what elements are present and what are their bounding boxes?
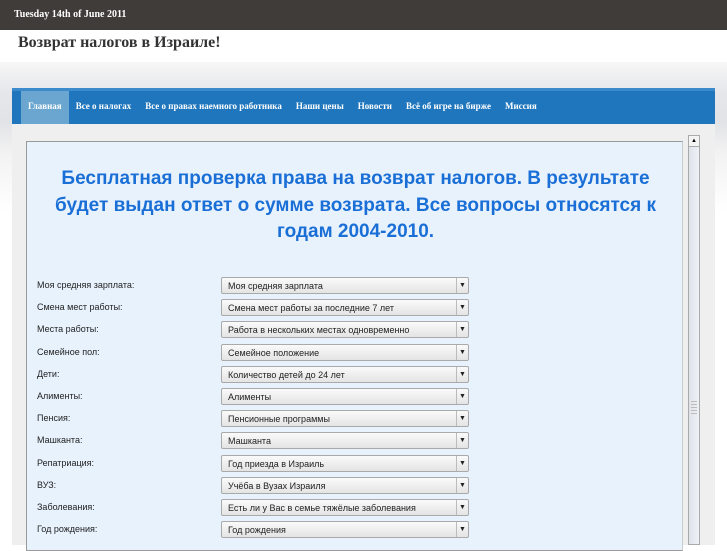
- header: Возврат налогов в Израиле!: [0, 30, 727, 62]
- field-label: Алименты:: [37, 391, 83, 401]
- field-label: Смена мест работы:: [37, 302, 123, 313]
- form-row: Смена мест работы: Смена мест работы за п…: [37, 299, 477, 317]
- select-value: Алименты: [228, 392, 272, 402]
- nav-item-home[interactable]: Главная: [21, 91, 69, 124]
- select-value: Смена мест работы за последние 7 лет: [228, 303, 394, 314]
- nav-item-taxes[interactable]: Все о налогах: [69, 91, 139, 124]
- main-nav: Главная Все о налогах Все о правах наемн…: [12, 88, 715, 124]
- chevron-down-icon[interactable]: ▼: [456, 433, 468, 449]
- chevron-down-icon[interactable]: ▼: [456, 411, 468, 427]
- field-label: ВУЗ:: [37, 479, 57, 490]
- field-label: Машканта:: [37, 435, 83, 446]
- field-label: Заболевания:: [37, 502, 95, 512]
- form-row: Дети: Количество детей до 24 лет ▼: [37, 365, 477, 383]
- field-select[interactable]: Год приезда в Израиль ▼: [221, 454, 469, 472]
- field-select[interactable]: Моя средняя зарплата ▼: [221, 277, 469, 294]
- form-row: Семейное пол: Семейное положение ▼: [37, 343, 477, 361]
- form-headline: Бесплатная проверка права на возврат нал…: [55, 168, 656, 242]
- top-bar: Tuesday 14th of June 2011: [0, 0, 727, 30]
- form-row: Заболевания: Есть ли у Вас в семье тяжёлы…: [37, 499, 477, 516]
- form-row: Пенсия: Пенсионные программы ▼: [37, 410, 477, 428]
- chevron-down-icon[interactable]: ▼: [456, 477, 468, 493]
- chevron-down-icon[interactable]: ▼: [456, 522, 468, 538]
- field-select[interactable]: Учёба в Вузах Израиля ▼: [221, 476, 469, 494]
- form-row: ВУЗ: Учёба в Вузах Израиля ▼: [37, 476, 477, 494]
- select-value: Количество детей до 24 лет: [228, 369, 345, 380]
- nav-item-mission[interactable]: Миссия: [498, 91, 544, 124]
- chevron-down-icon[interactable]: ▼: [456, 389, 468, 404]
- select-value: Год приезда в Израиль: [228, 458, 325, 469]
- form-row: Репатриация: Год приезда в Израиль ▼: [37, 454, 477, 472]
- field-label: Репатриация:: [37, 457, 95, 468]
- field-select[interactable]: Алименты ▼: [221, 388, 469, 405]
- field-label: Семейное пол:: [37, 346, 100, 357]
- chevron-down-icon[interactable]: ▼: [456, 366, 468, 382]
- chevron-down-icon[interactable]: ▼: [456, 344, 468, 360]
- field-label: Места работы:: [37, 324, 99, 335]
- select-value: Пенсионные программы: [228, 414, 330, 425]
- tax-check-form-frame: Бесплатная проверка права на возврат нал…: [26, 141, 683, 551]
- select-value: Учёба в Вузах Израиля: [228, 480, 326, 491]
- field-select[interactable]: Машканта ▼: [221, 432, 469, 450]
- content-area: Бесплатная проверка права на возврат нал…: [12, 124, 715, 551]
- field-label: Пенсия:: [37, 413, 71, 424]
- field-select[interactable]: Есть ли у Вас в семье тяжёлые заболевани…: [221, 499, 469, 516]
- scroll-up-arrow-icon[interactable]: ▲: [689, 136, 699, 147]
- form-row: Моя средняя зарплата: Моя средняя зарплат…: [37, 277, 477, 294]
- scroll-grip-icon[interactable]: [691, 401, 697, 415]
- field-select[interactable]: Год рождения ▼: [221, 521, 469, 539]
- chevron-down-icon[interactable]: ▼: [456, 500, 468, 515]
- form-row: Год рождения: Год рождения ▼: [37, 521, 477, 539]
- scrollbar[interactable]: ▲: [688, 135, 700, 545]
- select-value: Машканта: [228, 436, 271, 447]
- form-row: Места работы: Работа в нескольких местах …: [37, 321, 477, 339]
- field-select[interactable]: Пенсионные программы ▼: [221, 410, 469, 428]
- field-select[interactable]: Работа в нескольких местах одновременно ▼: [221, 321, 469, 339]
- select-value: Моя средняя зарплата: [228, 281, 323, 291]
- nav-item-stock-game[interactable]: Всё об игре на бирже: [399, 91, 498, 124]
- nav-item-news[interactable]: Новости: [351, 91, 399, 124]
- chevron-down-icon[interactable]: ▼: [456, 455, 468, 471]
- form-row: Алименты: Алименты ▼: [37, 388, 477, 405]
- select-value: Год рождения: [228, 525, 286, 536]
- field-label: Дети:: [37, 368, 60, 379]
- field-select[interactable]: Смена мест работы за последние 7 лет ▼: [221, 299, 469, 317]
- field-label: Год рождения:: [37, 524, 98, 535]
- nav-item-prices[interactable]: Наши цены: [289, 91, 351, 124]
- nav-item-employee-rights[interactable]: Все о правах наемного работника: [138, 91, 289, 124]
- form-row: Машканта: Машканта ▼: [37, 432, 477, 450]
- chevron-down-icon[interactable]: ▼: [456, 322, 468, 338]
- field-select[interactable]: Семейное положение ▼: [221, 343, 469, 361]
- select-value: Работа в нескольких местах одновременно: [228, 325, 410, 336]
- select-value: Семейное положение: [228, 347, 320, 358]
- chevron-down-icon[interactable]: ▼: [456, 300, 468, 316]
- field-label: Моя средняя зарплата:: [37, 280, 135, 290]
- date-text: Tuesday 14th of June 2011: [14, 9, 127, 20]
- chevron-down-icon[interactable]: ▼: [456, 278, 468, 293]
- select-value: Есть ли у Вас в семье тяжёлые заболевани…: [228, 503, 416, 513]
- site-title[interactable]: Возврат налогов в Израиле!: [18, 34, 221, 52]
- field-select[interactable]: Количество детей до 24 лет ▼: [221, 365, 469, 383]
